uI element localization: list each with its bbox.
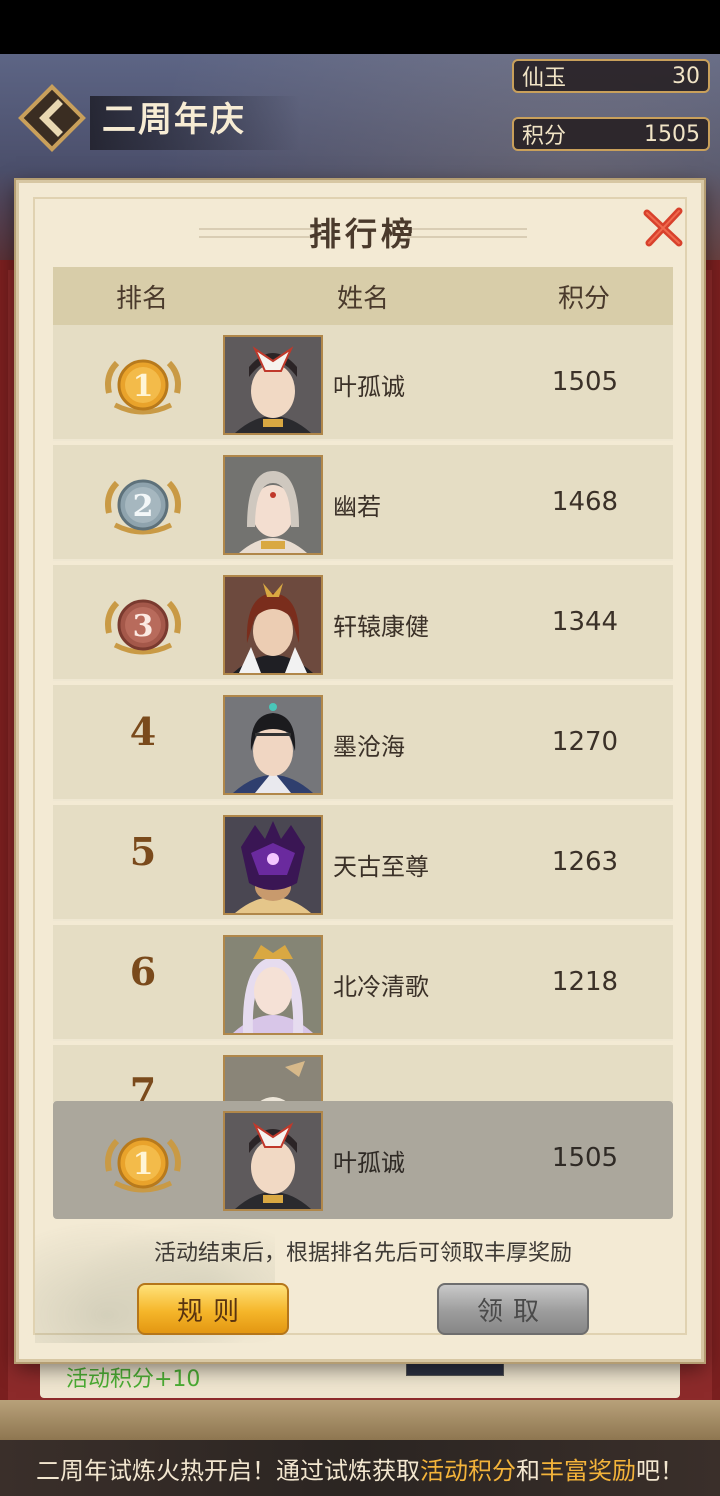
medal-rank-text: 1 (133, 369, 154, 404)
player-score: 1505 (551, 367, 619, 397)
back-arrow-icon (18, 84, 86, 152)
player-score: 1270 (551, 727, 619, 757)
player-score: 1468 (551, 487, 619, 517)
banner-text-and: 和 (516, 1456, 540, 1485)
player-name: 叶孤诚 (333, 1149, 405, 1177)
player-score: 1344 (551, 607, 619, 637)
player-score: 1505 (551, 1143, 619, 1173)
player-name: 墨沧海 (333, 733, 405, 761)
banner-highlight-points: 活动积分 (420, 1456, 516, 1485)
currency-points-value: 1505 (644, 121, 700, 147)
table-row[interactable]: 7 (53, 1045, 673, 1102)
currency-points: 积分 1505 (512, 117, 710, 151)
currency-jade-label: 仙玉 (522, 66, 567, 91)
player-score: 1218 (551, 967, 619, 997)
avatar[interactable] (223, 335, 323, 435)
player-name: 叶孤诚 (333, 373, 405, 401)
leaderboard-list[interactable]: 1 叶孤诚 1505 2 幽若 1468 3 轩辕康健 1344 4 墨沧海 1… (53, 325, 673, 1102)
player-avatar-icon (225, 937, 321, 1033)
player-name: 幽若 (333, 493, 381, 521)
gold-medal-icon: 1 (105, 359, 181, 415)
table-row[interactable]: 4 墨沧海 1270 (53, 685, 673, 801)
table-row[interactable]: 6 北冷清歌 1218 (53, 925, 673, 1041)
avatar[interactable] (223, 815, 323, 915)
avatar[interactable] (223, 695, 323, 795)
bottom-banner: 二周年试炼火热开启！通过试炼获取 活动积分和丰富奖励 吧！ (0, 1440, 720, 1496)
leaderboard-modal: 排行榜 排名 姓名 积分 1 叶孤诚 1505 2 幽若 1468 3 轩辕康健… (16, 180, 704, 1362)
banner-text: 二周年试炼火热开启！通过试炼获取 (36, 1456, 420, 1485)
reward-hint: 活动结束后，根据排名先后可领取丰厚奖励 (153, 1241, 572, 1266)
avatar[interactable] (223, 455, 323, 555)
silver-medal-icon: 2 (105, 479, 181, 535)
column-name-header: 姓名 (336, 283, 389, 314)
close-button[interactable] (639, 203, 687, 251)
column-rank-header: 排名 (115, 283, 168, 314)
claim-button[interactable]: 领取 (437, 1283, 589, 1335)
self-rank-row: 1 叶孤诚 1505 (53, 1101, 673, 1219)
rank-number: 7 (129, 1069, 157, 1102)
player-avatar-icon (225, 697, 321, 793)
avatar[interactable] (223, 935, 323, 1035)
banner-text-end: 吧！ (636, 1456, 684, 1485)
player-name: 北冷清歌 (333, 973, 429, 1001)
medal-rank-text: 3 (133, 609, 154, 644)
player-avatar-icon (225, 337, 321, 433)
player-avatar-icon (225, 577, 321, 673)
player-avatar-icon (225, 457, 321, 553)
column-score-header: 积分 (557, 283, 610, 314)
banner-highlight-rewards: 丰富奖励 (540, 1456, 636, 1485)
player-name: 轩辕康健 (333, 613, 429, 641)
background-wave (0, 1400, 720, 1440)
player-name: 天古至尊 (333, 853, 429, 881)
currency-jade: 仙玉 30 (512, 59, 710, 93)
gold-medal-icon: 1 (105, 1137, 181, 1193)
rank-number: 4 (129, 709, 157, 754)
avatar[interactable] (223, 1055, 323, 1102)
rank-number: 5 (129, 829, 157, 874)
bronze-medal-icon: 3 (105, 599, 181, 655)
status-bar (0, 0, 720, 54)
table-row[interactable]: 2 幽若 1468 (53, 445, 673, 561)
rules-button[interactable]: 规则 (137, 1283, 289, 1335)
player-score: 1263 (551, 847, 619, 877)
page-title: 二周年庆 (90, 96, 300, 150)
table-row[interactable]: 1 叶孤诚 1505 (53, 325, 673, 441)
rank-number: 6 (129, 949, 157, 994)
table-header: 排名 姓名 积分 (53, 267, 673, 325)
table-row[interactable]: 5 天古至尊 1263 (53, 805, 673, 921)
back-button[interactable] (16, 82, 88, 154)
player-avatar-icon (225, 1113, 321, 1209)
avatar[interactable] (223, 575, 323, 675)
player-avatar-icon (225, 1057, 321, 1102)
medal-rank-text: 1 (133, 1147, 154, 1182)
modal-title: 排行榜 (308, 215, 417, 253)
table-row[interactable]: 3 轩辕康健 1344 (53, 565, 673, 681)
avatar[interactable] (223, 1111, 323, 1211)
close-icon (643, 207, 683, 247)
currency-points-label: 积分 (522, 124, 567, 149)
currency-jade-value: 30 (672, 63, 700, 89)
activity-points-text: 活动积分+10 (66, 1367, 201, 1392)
player-avatar-icon (225, 817, 321, 913)
medal-rank-text: 2 (133, 489, 154, 524)
